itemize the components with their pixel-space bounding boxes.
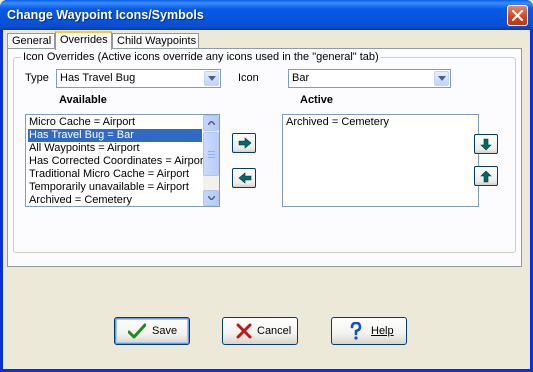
move-left-button[interactable]: [232, 168, 256, 188]
cancel-button[interactable]: Cancel: [222, 317, 298, 345]
tab-child-waypoints-label: Child Waypoints: [117, 35, 197, 47]
available-scrollbar[interactable]: [203, 115, 219, 206]
type-label: Type: [25, 72, 49, 84]
list-item[interactable]: Archived = Cemetery: [28, 194, 132, 206]
list-item[interactable]: All Waypoints = Airport: [28, 142, 140, 155]
scroll-down-button[interactable]: [203, 190, 219, 206]
list-item[interactable]: Archived = Cemetery: [285, 116, 389, 129]
overrides-panel: Icon Overrides (Active icons override an…: [7, 48, 522, 267]
tab-child-waypoints[interactable]: Child Waypoints: [112, 33, 199, 49]
list-item[interactable]: Has Travel Bug = Bar: [28, 129, 202, 142]
save-button[interactable]: Save: [114, 317, 190, 345]
list-item[interactable]: Traditional Micro Cache = Airport: [28, 168, 189, 181]
scroll-up-button[interactable]: [203, 115, 219, 131]
icon-overrides-group: Icon Overrides (Active icons override an…: [13, 51, 516, 253]
close-button[interactable]: [507, 5, 528, 26]
type-dropdown-button[interactable]: [204, 71, 219, 86]
arrow-up-icon: [480, 170, 492, 183]
arrow-left-icon: [238, 172, 252, 184]
cancel-button-label: Cancel: [257, 325, 292, 337]
chevron-down-icon: [208, 76, 216, 81]
dialog-client: General Overrides Child Waypoints Icon O…: [3, 30, 530, 369]
group-label: Icon Overrides (Active icons override an…: [21, 51, 381, 63]
icon-select[interactable]: Bar: [288, 69, 451, 88]
icon-select-value: Bar: [292, 72, 310, 84]
close-icon: [512, 10, 523, 21]
x-icon: [236, 323, 252, 339]
available-header: Available: [59, 94, 107, 106]
window-title: Change Waypoint Icons/Symbols: [7, 8, 204, 22]
chevron-down-icon: [438, 76, 446, 81]
list-item[interactable]: Temporarily unavailable = Airport: [28, 181, 189, 194]
question-mark-icon: [350, 322, 362, 340]
tab-general-label: General: [12, 35, 52, 47]
active-list[interactable]: Archived = Cemetery: [282, 114, 479, 207]
active-header: Active: [300, 94, 334, 106]
chevron-up-icon: [208, 121, 215, 125]
dialog-window: Change Waypoint Icons/Symbols General Ov…: [0, 0, 533, 372]
help-button[interactable]: Help: [331, 317, 407, 345]
arrow-down-icon: [480, 138, 492, 151]
list-item[interactable]: Has Corrected Coordinates = Airport: [28, 155, 207, 168]
checkmark-icon: [128, 323, 146, 339]
tab-overrides-label: Overrides: [60, 34, 108, 46]
help-button-label: Help: [371, 325, 394, 337]
move-up-button[interactable]: [474, 166, 498, 186]
tab-general[interactable]: General: [7, 33, 55, 49]
tab-overrides[interactable]: Overrides: [55, 31, 112, 50]
move-down-button[interactable]: [474, 134, 498, 154]
type-select[interactable]: Has Travel Bug: [56, 69, 221, 88]
title-bar[interactable]: Change Waypoint Icons/Symbols: [0, 0, 533, 30]
type-select-value: Has Travel Bug: [60, 72, 136, 84]
icon-dropdown-button[interactable]: [434, 71, 449, 86]
scroll-thumb[interactable]: [203, 132, 219, 176]
move-right-button[interactable]: [232, 133, 256, 153]
arrow-right-icon: [238, 137, 252, 149]
list-item[interactable]: Micro Cache = Airport: [28, 116, 135, 129]
chevron-down-icon: [208, 196, 215, 200]
icon-label: Icon: [238, 72, 259, 84]
available-list[interactable]: Micro Cache = Airport Has Travel Bug = B…: [25, 114, 220, 207]
save-button-label: Save: [152, 325, 178, 337]
